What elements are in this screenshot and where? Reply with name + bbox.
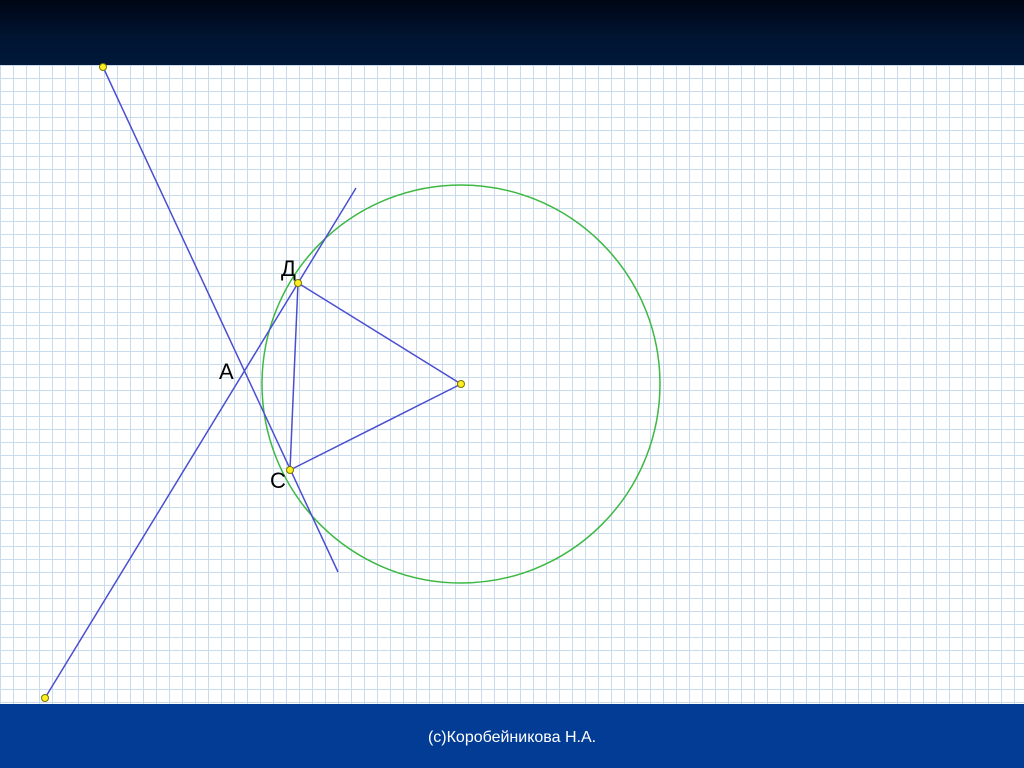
tangent-line-ac bbox=[102, 66, 339, 573]
point-line-top[interactable] bbox=[99, 63, 107, 71]
radius-od bbox=[297, 282, 462, 385]
copyright-text: (c)Коробейникова Н.А. bbox=[427, 729, 597, 746]
point-c[interactable] bbox=[286, 466, 294, 474]
segment-dc bbox=[289, 282, 299, 471]
footer-bar: (c)Коробейникова Н.А. bbox=[0, 704, 1024, 768]
label-d: Д bbox=[281, 256, 296, 281]
point-center[interactable] bbox=[457, 380, 465, 388]
tangent-line-ad bbox=[44, 187, 357, 699]
label-a: А bbox=[219, 359, 234, 384]
label-c: С bbox=[270, 468, 286, 493]
radius-oc bbox=[289, 383, 462, 471]
point-line-bottom[interactable] bbox=[41, 694, 49, 702]
geometry-diagram: Д А С bbox=[41, 63, 661, 702]
